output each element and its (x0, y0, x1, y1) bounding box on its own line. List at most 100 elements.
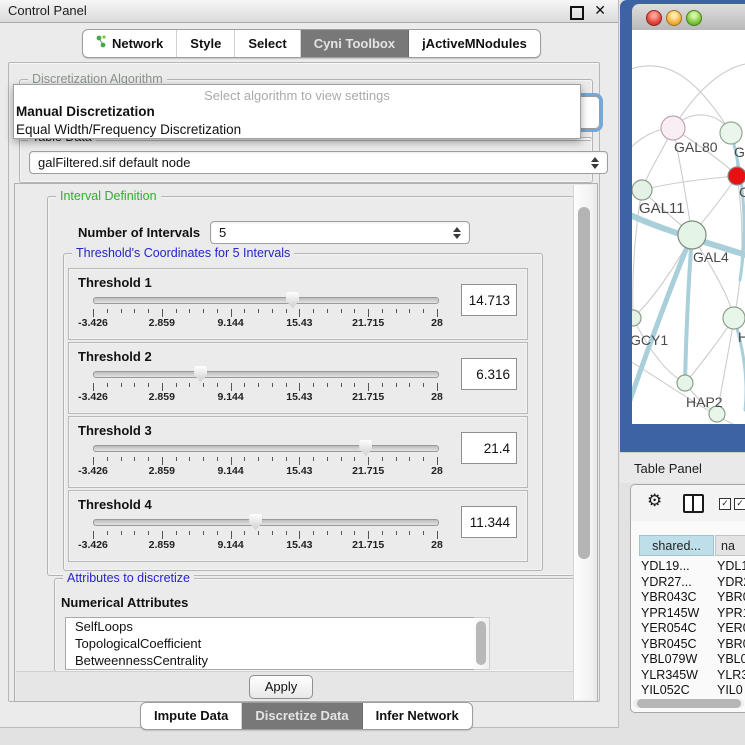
tick-label: 9.144 (217, 465, 243, 477)
network-node-gal11[interactable] (632, 180, 652, 200)
cell-name: YER0 (717, 621, 745, 635)
slider-thumb[interactable] (249, 514, 262, 530)
table-data-combobox[interactable]: galFiltered.sif default node (29, 151, 608, 174)
tick-label: 28 (431, 317, 443, 329)
tick-label: 28 (431, 465, 443, 477)
number-of-intervals-combobox[interactable]: 5 (210, 221, 470, 244)
cell-shared-name: YBR045C (641, 637, 697, 651)
thresholds-group: Threshold's Coordinates for 5 Intervals … (63, 253, 543, 571)
desktop: Control Panel ✕ NetworkStyleSelectCyni T… (0, 0, 745, 745)
checkbox-checked-icon[interactable]: ✓ (719, 498, 731, 510)
scrollbar-thumb[interactable] (637, 699, 741, 708)
slider-ticks (93, 309, 437, 317)
network-node-label: GAL80 (674, 139, 718, 155)
close-traffic-light-icon[interactable] (646, 10, 662, 26)
number-of-intervals-value: 5 (219, 225, 226, 240)
slider-tick-labels: -3.4262.8599.14415.4321.71528 (93, 317, 437, 329)
tab-select[interactable]: Select (235, 30, 300, 57)
float-window-icon[interactable] (570, 6, 584, 20)
tick-label: -3.426 (78, 465, 108, 477)
control-panel-window: Control Panel ✕ NetworkStyleSelectCyni T… (0, 0, 619, 728)
table-row[interactable]: YIL052CYIL0 (639, 683, 745, 697)
scrollbar-thumb[interactable] (476, 621, 486, 665)
network-window-titlebar[interactable] (632, 4, 745, 31)
threshold-value-field[interactable]: 21.4 (461, 432, 517, 464)
table-row[interactable]: YBL079WYBL0 (639, 652, 745, 668)
tick-label: 9.144 (217, 317, 243, 329)
tick-label: 21.715 (352, 465, 384, 477)
cell-name: YDR2 (717, 575, 745, 589)
column-header-shared-name[interactable]: shared... (639, 535, 714, 556)
attribute-item-betweennesscentrality[interactable]: BetweennessCentrality (66, 652, 474, 669)
attribute-item-topologicalcoefficient[interactable]: TopologicalCoefficient (66, 635, 474, 652)
cell-shared-name: YIL052C (641, 683, 690, 697)
cell-name: YBR0 (717, 590, 745, 604)
bottom-tab-impute-data[interactable]: Impute Data (141, 703, 242, 729)
cell-shared-name: YLR345W (641, 668, 698, 682)
threshold-value-field[interactable]: 14.713 (461, 284, 517, 316)
tick-label: 2.859 (149, 391, 175, 403)
cell-name: YLR3 (717, 668, 745, 682)
tab-network[interactable]: Network (83, 30, 177, 57)
network-node-node-top-right[interactable] (720, 122, 742, 144)
columns-icon[interactable] (683, 494, 704, 513)
table-row[interactable]: YPR145WYPR1 (639, 606, 745, 622)
network-node-node-right-mid[interactable] (723, 307, 745, 329)
control-panel-title: Control Panel (8, 3, 87, 18)
table-row[interactable]: YDL19...YDL1 (639, 559, 745, 575)
slider-thumb[interactable] (194, 366, 207, 382)
table-row[interactable]: YLR345W YLR3 (639, 668, 745, 684)
table-panel-title: Table Panel (634, 461, 702, 476)
table-row[interactable]: YBR045CYBR0 (639, 637, 745, 653)
close-icon[interactable]: ✕ (594, 2, 606, 19)
numerical-attributes-list[interactable]: SelfLoopsTopologicalCoefficientBetweenne… (65, 617, 475, 670)
tick-label: -3.426 (78, 391, 108, 403)
algorithm-placeholder-item[interactable]: Select algorithm to view settings (14, 85, 580, 103)
table-row[interactable]: YBR043CYBR0 (639, 590, 745, 606)
table-panel: ⚙ ✓ ✓ shared... na YDL19...YDL1YDR27...Y… (630, 484, 745, 713)
tab-label: Impute Data (154, 708, 228, 723)
zoom-traffic-light-icon[interactable] (686, 10, 702, 26)
network-node-gcy1[interactable] (632, 310, 641, 326)
threshold-value-field[interactable]: 6.316 (461, 358, 517, 390)
tab-jactivemnodules[interactable]: jActiveMNodules (409, 30, 540, 57)
slider-thumb[interactable] (286, 292, 299, 308)
settings-vertical-scrollbar[interactable] (573, 185, 594, 700)
algorithm-option-equal-width-frequency-discretization[interactable]: Equal Width/Frequency Discretization (14, 121, 580, 139)
network-node-red-node[interactable] (728, 167, 745, 185)
bottom-tab-discretize-data[interactable]: Discretize Data (242, 703, 362, 729)
tick-label: 21.715 (352, 539, 384, 551)
threshold-slider[interactable] (93, 297, 439, 304)
table-horizontal-scrollbar[interactable] (633, 699, 744, 708)
tick-label: 9.144 (217, 539, 243, 551)
network-node-gal80[interactable] (661, 116, 685, 140)
network-canvas[interactable]: GAL80GACGAL11GAL4GCY1HHAP2 (632, 30, 745, 424)
settings-scroll-pane: Interval Definition Number of Intervals … (14, 183, 598, 702)
threshold-value-field[interactable]: 11.344 (461, 506, 517, 538)
attribute-item-selfloops[interactable]: SelfLoops (66, 618, 474, 635)
attributes-list-scrollbar[interactable] (474, 617, 490, 670)
checkbox-checked-icon[interactable]: ✓ (734, 498, 745, 510)
threshold-slider[interactable] (93, 519, 439, 526)
column-header-name[interactable]: na (715, 535, 745, 556)
minimize-traffic-light-icon[interactable] (666, 10, 682, 26)
apply-button[interactable]: Apply (249, 675, 313, 699)
threshold-slider[interactable] (93, 371, 439, 378)
tab-style[interactable]: Style (177, 30, 235, 57)
control-panel-titlebar[interactable]: Control Panel ✕ (0, 0, 618, 23)
slider-tick-labels: -3.4262.8599.14415.4321.71528 (93, 539, 437, 551)
table-row[interactable]: YDR27...YDR2 (639, 575, 745, 591)
bottom-tab-infer-network[interactable]: Infer Network (363, 703, 472, 729)
table-panel-titlebar[interactable]: Table Panel (620, 452, 745, 483)
tab-cyni-toolbox[interactable]: Cyni Toolbox (301, 30, 409, 57)
threshold-slider[interactable] (93, 445, 439, 452)
network-node-hap2[interactable] (677, 375, 693, 391)
network-node-gal4[interactable] (678, 221, 706, 249)
slider-thumb[interactable] (359, 440, 372, 456)
gear-icon[interactable]: ⚙ (647, 491, 662, 511)
scrollbar-thumb[interactable] (578, 207, 590, 559)
tick-label: 15.43 (286, 465, 312, 477)
table-panel-toolbar: ⚙ ✓ ✓ (631, 485, 745, 521)
algorithm-option-manual-discretization[interactable]: Manual Discretization (14, 103, 580, 121)
table-row[interactable]: YER054CYER0 (639, 621, 745, 637)
